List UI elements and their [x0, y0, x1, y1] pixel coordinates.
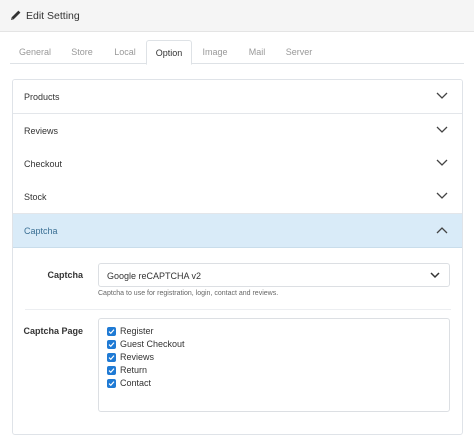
chevron-down-icon: [436, 92, 448, 99]
chevron-down-icon: [436, 159, 448, 166]
captcha-select[interactable]: Google reCAPTCHA v2: [98, 263, 450, 287]
checkbox-label: Return: [120, 365, 148, 375]
chevron-down-icon: [436, 126, 448, 133]
chevron-down-icon: [436, 192, 448, 199]
page-title: Edit Setting: [26, 10, 80, 22]
tab-store[interactable]: Store: [62, 40, 102, 64]
tab-mail[interactable]: Mail: [238, 40, 276, 64]
accordion-reviews[interactable]: Reviews: [13, 114, 462, 148]
accordion-checkout[interactable]: Checkout: [13, 147, 462, 181]
page-header: Edit Setting: [0, 0, 474, 32]
checkbox-checked-icon[interactable]: [107, 379, 116, 388]
checkbox-label: Reviews: [120, 352, 155, 362]
tab-option[interactable]: Option: [146, 40, 192, 65]
captcha-page-list: Register Guest Checkout Reviews Return C…: [98, 318, 450, 412]
checkbox-label: Contact: [120, 378, 152, 388]
checkbox-label: Register: [120, 326, 154, 336]
captcha-select-value: Google reCAPTCHA v2: [107, 271, 202, 281]
accordion-label: Reviews: [24, 126, 59, 136]
tab-image[interactable]: Image: [196, 40, 234, 64]
pencil-icon: [11, 10, 21, 20]
settings-accordion: Products Reviews Checkout Stock Captcha …: [12, 79, 463, 435]
checkbox-checked-icon[interactable]: [107, 340, 116, 349]
chevron-up-icon: [436, 227, 448, 234]
captcha-help-text: Captcha to use for registration, login, …: [98, 290, 279, 297]
accordion-label: Stock: [24, 192, 47, 202]
accordion-label: Checkout: [24, 159, 63, 169]
chevron-down-icon: [430, 272, 440, 279]
accordion-label: Captcha: [24, 226, 58, 236]
captcha-label: Captcha: [47, 270, 83, 280]
accordion-stock[interactable]: Stock: [13, 180, 462, 214]
checkbox-checked-icon[interactable]: [107, 327, 116, 336]
checkbox-checked-icon[interactable]: [107, 366, 116, 375]
tab-server[interactable]: Server: [278, 40, 320, 64]
accordion-captcha[interactable]: Captcha: [13, 214, 462, 248]
settings-tabs: General Store Local Option Image Mail Se…: [10, 40, 464, 65]
accordion-products[interactable]: Products: [13, 80, 462, 114]
captcha-page-label: Captcha Page: [23, 326, 83, 336]
checkbox-checked-icon[interactable]: [107, 353, 116, 362]
tab-local[interactable]: Local: [104, 40, 146, 64]
tab-general[interactable]: General: [10, 40, 60, 64]
checkbox-label: Guest Checkout: [120, 339, 185, 349]
divider: [25, 309, 451, 310]
accordion-label: Products: [24, 92, 60, 102]
